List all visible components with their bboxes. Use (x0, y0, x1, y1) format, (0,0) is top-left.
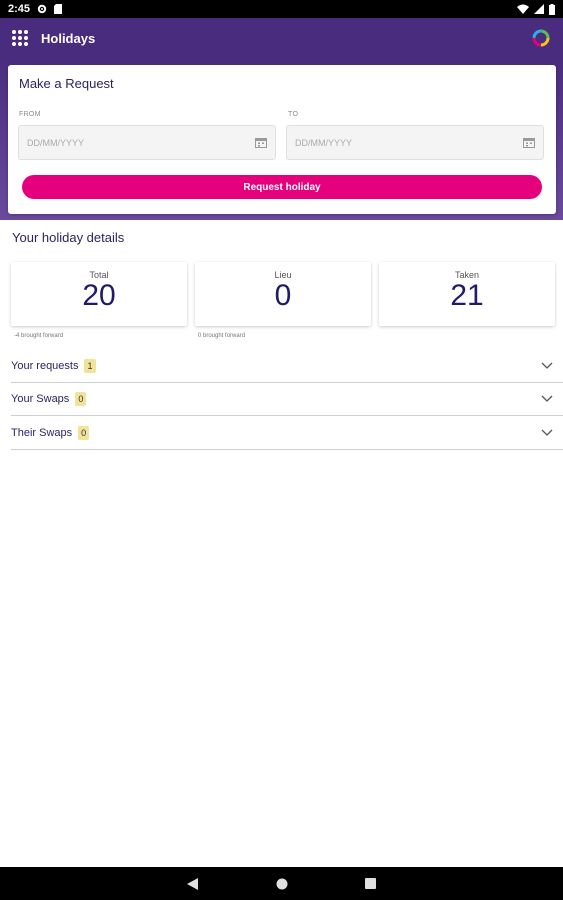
accordion-their-swaps[interactable]: Their Swaps 0 (11, 417, 563, 450)
battery-icon (549, 3, 555, 15)
signal-icon (534, 4, 544, 14)
accordion-your-requests[interactable]: Your requests 1 (11, 350, 563, 383)
system-nav-bar (0, 867, 563, 900)
to-date-input[interactable] (295, 137, 523, 148)
count-badge: 1 (84, 359, 96, 373)
home-button[interactable] (275, 877, 289, 891)
request-holiday-button[interactable]: Request holiday (22, 175, 542, 199)
stat-card-lieu: Lieu 0 (195, 262, 371, 326)
sd-card-icon (54, 4, 63, 14)
holiday-details-title: Your holiday details (12, 230, 125, 245)
status-left: 2:45 (8, 3, 63, 15)
status-bar: 2:45 (0, 0, 563, 18)
status-time: 2:45 (8, 3, 31, 15)
from-date-input[interactable] (27, 137, 255, 148)
chevron-down-icon[interactable] (541, 395, 553, 403)
back-button[interactable] (186, 877, 200, 891)
from-label: FROM (19, 111, 41, 118)
accordion-label: Their Swaps (11, 427, 73, 439)
count-badge: 0 (75, 392, 87, 406)
accordion-label: Your Swaps (11, 393, 70, 405)
accordion-label: Your requests (11, 360, 79, 372)
request-card: Make a Request FROM TO Request holiday (8, 65, 556, 214)
app-bar: Holidays (0, 18, 563, 58)
home-icon[interactable] (276, 878, 288, 890)
from-date-field[interactable] (18, 125, 276, 160)
stat-note-lieu: 0 brought forward (198, 333, 246, 339)
calendar-icon[interactable] (523, 137, 535, 148)
stat-card-taken: Taken 21 (379, 262, 555, 326)
recents-icon[interactable] (365, 878, 376, 889)
to-date-field[interactable] (286, 125, 544, 160)
settings-icon (37, 4, 47, 14)
page-title: Holidays (41, 30, 96, 46)
stat-value: 21 (450, 279, 484, 312)
back-icon[interactable] (187, 877, 198, 890)
wifi-icon (517, 4, 529, 14)
stat-card-total: Total 20 (11, 262, 187, 326)
stat-value: 20 (82, 279, 116, 312)
to-label: TO (288, 111, 299, 118)
calendar-icon[interactable] (255, 137, 267, 148)
chevron-down-icon[interactable] (541, 429, 553, 437)
request-card-title: Make a Request (19, 76, 114, 91)
status-right (517, 3, 555, 15)
accordion-your-swaps[interactable]: Your Swaps 0 (11, 383, 563, 416)
stat-note-total: -4 brought forward (14, 333, 64, 339)
stat-value: 0 (274, 279, 292, 312)
chevron-down-icon[interactable] (541, 362, 553, 370)
recents-button[interactable] (364, 877, 378, 891)
count-badge: 0 (78, 426, 90, 440)
ring-logo-icon[interactable] (531, 28, 551, 48)
grid-menu-icon[interactable] (12, 30, 28, 46)
